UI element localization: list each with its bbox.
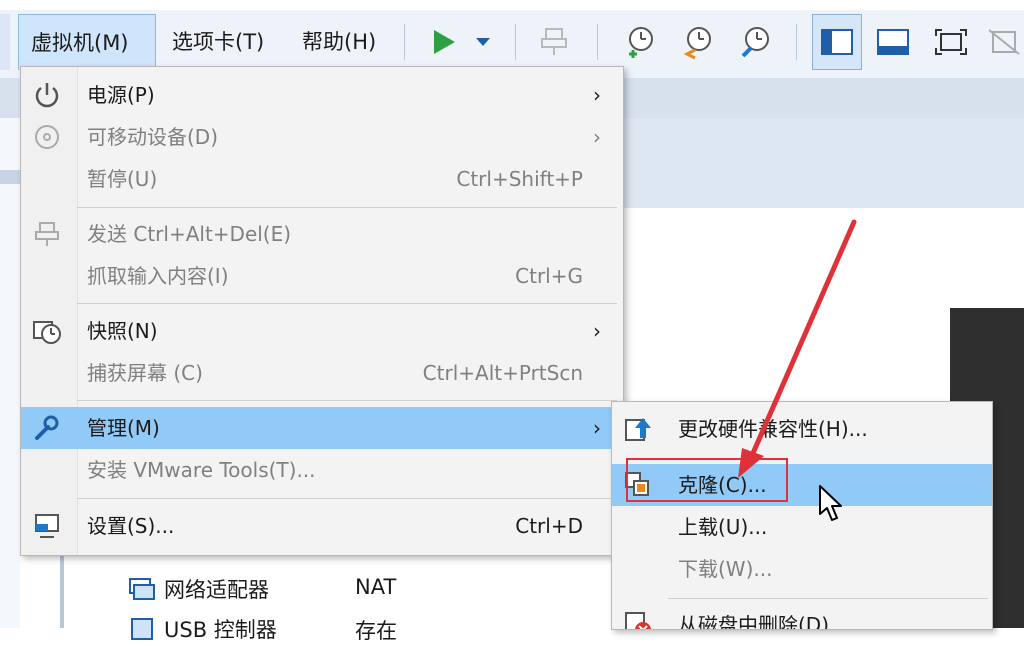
menu-item-label: 暂停(U) [87, 167, 158, 191]
menu-item-label: 快照(N) [87, 319, 158, 343]
submenu-item-label: 更改硬件兼容性(H)... [678, 417, 868, 441]
toolbar-separator [404, 24, 405, 60]
device-value: NAT [355, 575, 397, 599]
menu-item-label: 抓取输入内容(I) [87, 264, 229, 288]
power-on-button[interactable] [418, 14, 468, 70]
vm-dropdown-menu: 电源(P) › 可移动设备(D) › 暂停(U) Ctrl+Shift+P 发送… [20, 66, 624, 556]
menu-item-label: 电源(P) [87, 83, 155, 107]
unity-icon [988, 29, 1020, 55]
wrench-icon [31, 413, 63, 443]
submenu-item-download[interactable]: 下载(W)... [612, 548, 992, 590]
menu-item-manage[interactable]: 管理(M) › [21, 407, 623, 449]
menu-item-shortcut: Ctrl+Shift+P [456, 167, 583, 191]
menu-item-shortcut: Ctrl+G [515, 264, 583, 288]
menu-vm[interactable]: 虚拟机(M) [18, 14, 156, 70]
manage-submenu: 更改硬件兼容性(H)... 克隆(C)... 上载(U)... 下载(W)...… [611, 401, 993, 630]
toolbar-separator [796, 24, 797, 60]
menu-item-snapshot[interactable]: 快照(N) › [21, 310, 623, 352]
highlight-box [626, 458, 788, 502]
menu-item-label: 捕获屏幕 (C) [87, 361, 203, 385]
submenu-item-label: 下载(W)... [678, 557, 773, 581]
revert-snapshot-button[interactable] [672, 14, 722, 70]
menu-edge [0, 14, 10, 70]
chevron-right-icon: › [593, 319, 601, 343]
library-panel [0, 118, 20, 628]
thumbnail-bar-button[interactable] [868, 14, 918, 70]
menu-item-settings[interactable]: 设置(S)... Ctrl+D [21, 505, 623, 547]
menu-item-shortcut: Ctrl+Alt+PrtScn [422, 361, 583, 385]
snapshot-revert-icon [683, 27, 711, 60]
device-row-usb[interactable]: USB 控制器 [128, 612, 277, 646]
library-divider [0, 170, 20, 184]
menu-item-install-tools[interactable]: 安装 VMware Tools(T)... [21, 449, 623, 491]
full-screen-button[interactable] [926, 14, 976, 70]
menu-item-label: 安装 VMware Tools(T)... [87, 458, 316, 482]
power-icon [31, 80, 63, 110]
network-adapter-icon [129, 578, 155, 600]
take-snapshot-button[interactable] [614, 14, 664, 70]
device-name: USB 控制器 [164, 618, 277, 642]
menu-item-label: 发送 Ctrl+Alt+Del(E) [87, 222, 292, 246]
menu-item-label: 管理(M) [87, 416, 160, 440]
submenu-item-label: 从磁盘中删除(D) [678, 613, 830, 630]
menu-separator [77, 303, 617, 304]
send-keys-icon [31, 219, 63, 249]
menu-item-grab-input[interactable]: 抓取输入内容(I) Ctrl+G [21, 255, 623, 297]
menu-item-shortcut: Ctrl+D [515, 514, 583, 538]
toolbar-separator [515, 24, 516, 60]
menu-tabs[interactable]: 选项卡(T) [160, 14, 276, 70]
chevron-down-icon [476, 38, 490, 46]
power-dropdown-button[interactable] [468, 14, 498, 70]
menu-item-label: 可移动设备(D) [87, 125, 219, 149]
title-strip [0, 0, 1024, 10]
cd-icon [31, 122, 63, 152]
delete-icon [622, 610, 654, 629]
chevron-right-icon: › [593, 125, 601, 149]
submenu-separator [668, 598, 988, 599]
menu-item-pause[interactable]: 暂停(U) Ctrl+Shift+P [21, 158, 623, 200]
snapshot-icon [31, 316, 63, 346]
device-row-network[interactable]: 网络适配器 [128, 572, 269, 606]
menu-help[interactable]: 帮助(H) [290, 14, 388, 70]
menu-item-capture-screen[interactable]: 捕获屏幕 (C) Ctrl+Alt+PrtScn [21, 352, 623, 394]
upgrade-icon [622, 414, 654, 444]
settings-icon [31, 511, 63, 541]
snapshot-manager-icon [741, 27, 769, 58]
menu-separator [77, 498, 617, 499]
submenu-item-change-hardware-compatibility[interactable]: 更改硬件兼容性(H)... [612, 408, 992, 450]
send-ctrl-alt-del-button[interactable] [530, 14, 580, 70]
snapshot-take-icon [629, 27, 653, 58]
snapshot-manager-button[interactable] [730, 14, 780, 70]
menu-separator [77, 207, 617, 208]
menu-item-power[interactable]: 电源(P) › [21, 74, 623, 116]
unity-button[interactable] [984, 14, 1024, 70]
menu-item-label: 设置(S)... [87, 514, 175, 538]
thumbnail-view-icon [877, 29, 909, 55]
submenu-item-upload[interactable]: 上载(U)... [612, 506, 992, 548]
device-name: 网络适配器 [164, 578, 269, 602]
menu-separator [77, 400, 617, 401]
library-view-icon [821, 29, 853, 55]
usb-icon [131, 618, 153, 640]
chevron-right-icon: › [593, 416, 601, 440]
menu-item-removable-devices[interactable]: 可移动设备(D) › [21, 116, 623, 158]
device-value: 存在 [355, 619, 397, 643]
send-keys-icon [541, 28, 567, 55]
chevron-right-icon: › [593, 83, 601, 107]
play-icon [434, 30, 455, 54]
submenu-item-label: 上载(U)... [678, 515, 768, 539]
submenu-item-delete-from-disk[interactable]: 从磁盘中删除(D) [612, 604, 992, 630]
mouse-cursor-icon [819, 485, 842, 521]
show-library-button[interactable] [812, 14, 862, 70]
menu-item-send-ctrl-alt-del[interactable]: 发送 Ctrl+Alt+Del(E) [21, 213, 623, 255]
toolbar-separator [597, 24, 598, 60]
fullscreen-icon [935, 29, 967, 55]
